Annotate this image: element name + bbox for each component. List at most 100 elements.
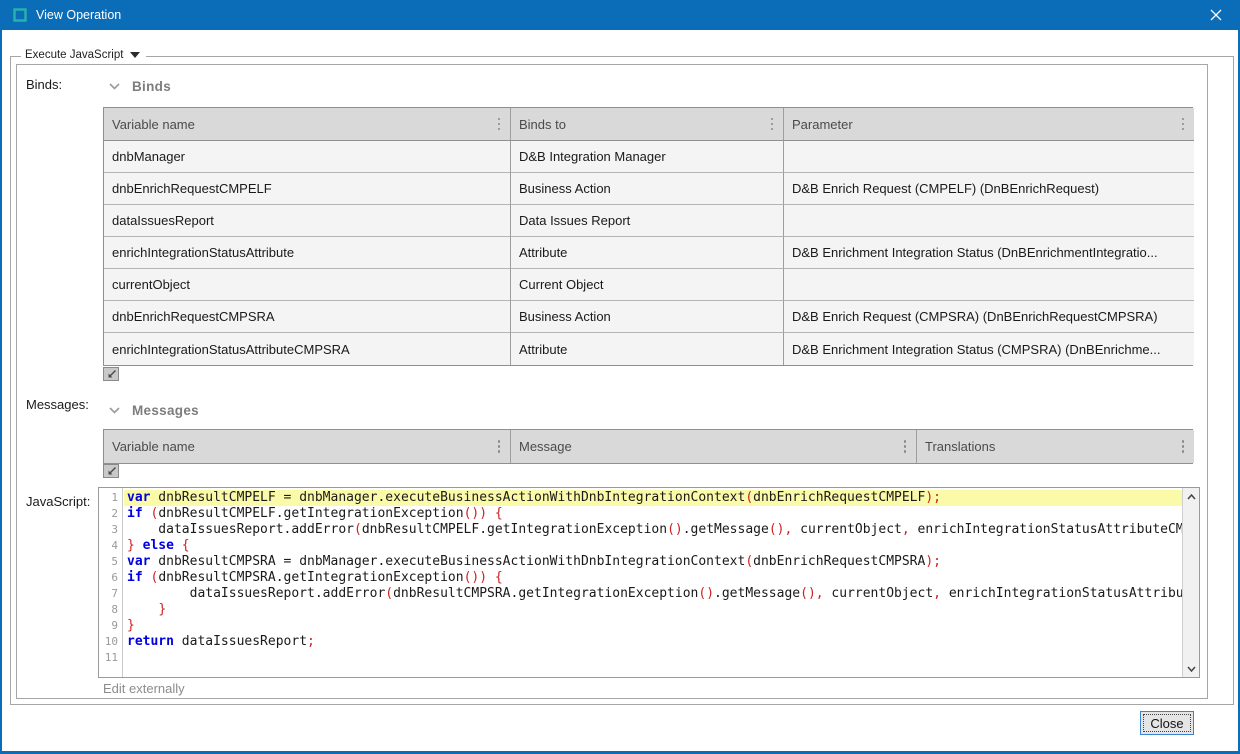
view-operation-dialog: View Operation Execute JavaScript Binds:… (0, 0, 1240, 754)
line-number: 8 (99, 602, 122, 618)
operation-type-label: Execute JavaScript (25, 49, 123, 61)
table-cell[interactable] (784, 205, 1194, 237)
code-line[interactable]: var dnbResultCMPELF = dnbManager.execute… (124, 490, 1182, 506)
messages-section-toggle[interactable]: Messages (109, 403, 199, 418)
messages-table: Variable name Message Translations (103, 429, 1193, 464)
column-menu-icon[interactable] (902, 438, 909, 455)
code-text-area[interactable]: var dnbResultCMPELF = dnbManager.execute… (124, 488, 1182, 677)
table-cell[interactable]: Data Issues Report (511, 205, 784, 237)
column-menu-icon[interactable] (1180, 438, 1187, 455)
binds-section-title: Binds (132, 79, 171, 94)
column-menu-icon[interactable] (769, 116, 776, 133)
table-cell[interactable]: D&B Enrich Request (CMPSRA) (DnBEnrichRe… (784, 301, 1194, 333)
app-icon (13, 8, 27, 22)
table-cell[interactable]: dataIssuesReport (104, 205, 511, 237)
operation-detail-panel: Binds: Messages: JavaScript: Binds Varia… (16, 64, 1208, 699)
code-line[interactable]: } else { (124, 538, 1182, 554)
javascript-code-editor[interactable]: 1234567891011 var dnbResultCMPELF = dnbM… (98, 487, 1200, 678)
table-cell[interactable] (784, 269, 1194, 301)
table-cell[interactable]: Attribute (511, 237, 784, 269)
editor-scrollbar[interactable] (1182, 488, 1199, 677)
line-number: 6 (99, 570, 122, 586)
chevron-down-icon (109, 83, 120, 90)
code-line[interactable]: } (124, 618, 1182, 634)
column-header-label: Variable name (112, 117, 195, 132)
javascript-field-label: JavaScript: (26, 494, 90, 509)
binds-field-label: Binds: (26, 77, 62, 92)
column-header-label: Binds to (519, 117, 566, 132)
table-cell[interactable]: D&B Enrichment Integration Status (CMPSR… (784, 333, 1194, 365)
line-number-gutter: 1234567891011 (99, 488, 123, 677)
table-row[interactable]: enrichIntegrationStatusAttributeCMPSRAAt… (104, 333, 1192, 365)
column-header-label: Variable name (112, 439, 195, 454)
messages-section-title: Messages (132, 403, 199, 418)
column-header-label: Message (519, 439, 572, 454)
column-header[interactable]: Parameter (784, 108, 1194, 141)
line-number: 11 (99, 650, 122, 666)
code-line[interactable] (124, 650, 1182, 666)
table-cell[interactable]: dnbEnrichRequestCMPELF (104, 173, 511, 205)
line-number: 1 (99, 490, 122, 506)
close-window-icon[interactable] (1208, 7, 1224, 23)
table-cell[interactable] (784, 141, 1194, 173)
code-line[interactable]: var dnbResultCMPSRA = dnbManager.execute… (124, 554, 1182, 570)
line-number: 4 (99, 538, 122, 554)
column-header[interactable]: Variable name (104, 430, 511, 463)
diagonal-arrow-icon (106, 369, 117, 380)
table-row[interactable]: currentObjectCurrent Object (104, 269, 1192, 301)
binds-table: Variable name Binds to Parameter dnbManager… (103, 107, 1193, 366)
table-cell[interactable]: Business Action (511, 173, 784, 205)
operation-type-dropdown[interactable]: Execute JavaScript (21, 49, 146, 61)
binds-section-toggle[interactable]: Binds (109, 79, 171, 94)
column-menu-icon[interactable] (1180, 116, 1187, 133)
scroll-down-icon[interactable] (1183, 660, 1199, 677)
column-header[interactable]: Variable name (104, 108, 511, 141)
table-row[interactable]: enrichIntegrationStatusAttributeAttribut… (104, 237, 1192, 269)
code-line[interactable]: dataIssuesReport.addError(dnbResultCMPSR… (124, 586, 1182, 602)
messages-field-label: Messages: (26, 397, 89, 412)
table-row[interactable]: dnbManagerD&B Integration Manager (104, 141, 1192, 173)
table-row[interactable]: dnbEnrichRequestCMPELFBusiness ActionD&B… (104, 173, 1192, 205)
code-line[interactable]: } (124, 602, 1182, 618)
line-number: 3 (99, 522, 122, 538)
table-cell[interactable]: D&B Integration Manager (511, 141, 784, 173)
table-header-row: Variable name Message Translations (104, 430, 1192, 463)
chevron-down-icon (109, 407, 120, 414)
table-cell[interactable]: dnbManager (104, 141, 511, 173)
code-line[interactable]: if (dnbResultCMPSRA.getIntegrationExcept… (124, 570, 1182, 586)
line-number: 2 (99, 506, 122, 522)
execute-javascript-groupbox: Execute JavaScript Binds: Messages: Java… (10, 56, 1234, 705)
column-menu-icon[interactable] (496, 116, 503, 133)
table-cell[interactable]: enrichIntegrationStatusAttributeCMPSRA (104, 333, 511, 365)
table-cell[interactable]: Attribute (511, 333, 784, 365)
scroll-up-icon[interactable] (1183, 488, 1199, 505)
table-cell[interactable]: currentObject (104, 269, 511, 301)
table-header-row: Variable name Binds to Parameter (104, 108, 1192, 141)
table-row[interactable]: dataIssuesReportData Issues Report (104, 205, 1192, 237)
table-row[interactable]: dnbEnrichRequestCMPSRABusiness ActionD&B… (104, 301, 1192, 333)
column-header[interactable]: Message (511, 430, 917, 463)
code-line[interactable]: dataIssuesReport.addError(dnbResultCMPEL… (124, 522, 1182, 538)
binds-table-popout-button[interactable] (103, 367, 119, 381)
column-header[interactable]: Translations (917, 430, 1194, 463)
line-number: 10 (99, 634, 122, 650)
table-cell[interactable]: Current Object (511, 269, 784, 301)
table-cell[interactable]: Business Action (511, 301, 784, 333)
table-cell[interactable]: D&B Enrichment Integration Status (DnBEn… (784, 237, 1194, 269)
messages-table-popout-button[interactable] (103, 464, 119, 478)
code-line[interactable]: if (dnbResultCMPELF.getIntegrationExcept… (124, 506, 1182, 522)
table-cell[interactable]: dnbEnrichRequestCMPSRA (104, 301, 511, 333)
column-menu-icon[interactable] (496, 438, 503, 455)
table-cell[interactable]: enrichIntegrationStatusAttribute (104, 237, 511, 269)
line-number: 7 (99, 586, 122, 602)
window-title: View Operation (36, 8, 121, 22)
line-number: 5 (99, 554, 122, 570)
edit-externally-button[interactable]: Edit externally (103, 681, 185, 696)
code-line[interactable]: return dataIssuesReport; (124, 634, 1182, 650)
dropdown-arrow-icon (130, 52, 140, 58)
column-header-label: Parameter (792, 117, 853, 132)
table-cell[interactable]: D&B Enrich Request (CMPELF) (DnBEnrichRe… (784, 173, 1194, 205)
close-button[interactable]: Close (1140, 711, 1194, 735)
column-header-label: Translations (925, 439, 995, 454)
column-header[interactable]: Binds to (511, 108, 784, 141)
